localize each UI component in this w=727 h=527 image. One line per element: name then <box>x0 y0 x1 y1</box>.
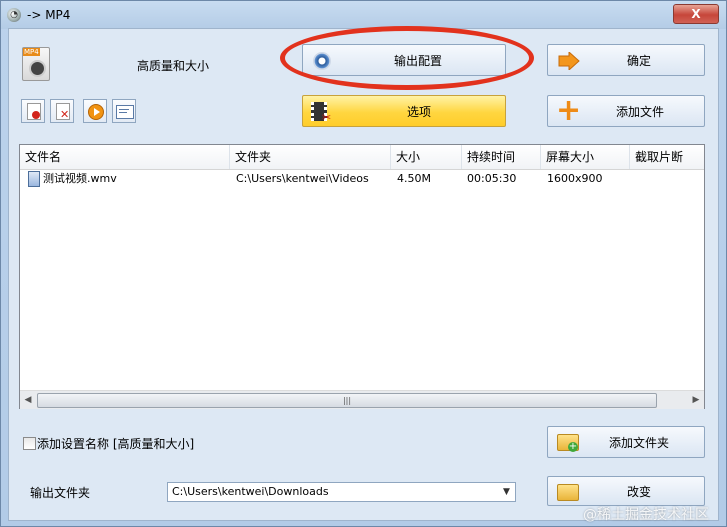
change-label: 改变 <box>627 484 652 499</box>
row-folder: C:\Users\kentwei\Videos <box>236 172 369 185</box>
row-screen-size: 1600x900 <box>547 172 603 185</box>
output-folder-select[interactable]: C:\Users\kentwei\Downloads ▼ <box>167 482 516 502</box>
output-folder-value: C:\Users\kentwei\Downloads <box>172 485 329 498</box>
column-size[interactable]: 大小 <box>391 145 462 169</box>
horizontal-scrollbar[interactable]: ◀ ||| ▶ <box>20 390 704 409</box>
arrow-right-icon <box>558 52 580 70</box>
mp4-profile-icon: MP4 <box>22 47 50 81</box>
scroll-left-icon[interactable]: ◀ <box>20 391 36 409</box>
folder-icon <box>557 484 579 501</box>
plus-icon: + <box>556 93 582 128</box>
column-screen-size[interactable]: 屏幕大小 <box>541 145 630 169</box>
window-title: -> MP4 <box>27 8 71 22</box>
output-folder-label: 输出文件夹 <box>30 486 91 500</box>
row-size: 4.50M <box>397 172 431 185</box>
row-duration: 00:05:30 <box>467 172 517 185</box>
scroll-thumb[interactable]: ||| <box>37 393 657 408</box>
close-button[interactable]: X <box>673 4 719 24</box>
info-icon[interactable] <box>112 99 136 123</box>
options-button[interactable]: ✂ 选项 <box>302 95 506 127</box>
file-list[interactable]: 文件名 文件夹 大小 持续时间 屏幕大小 截取片断 测试视频.wmv C:\Us… <box>19 144 705 409</box>
title-bar: ◔ -> MP4 X <box>1 1 726 29</box>
profile-label: 高质量和大小 <box>137 59 210 73</box>
remove-icon[interactable] <box>21 99 45 123</box>
annotation-circle <box>280 26 534 90</box>
column-filename[interactable]: 文件名 <box>20 145 230 169</box>
add-folder-label: 添加文件夹 <box>609 435 670 450</box>
chevron-down-icon[interactable]: ▼ <box>498 483 515 501</box>
play-icon[interactable] <box>83 99 107 123</box>
column-folder[interactable]: 文件夹 <box>230 145 391 169</box>
file-list-header: 文件名 文件夹 大小 持续时间 屏幕大小 截取片断 <box>20 145 704 170</box>
app-icon: ◔ <box>7 8 21 22</box>
mp4-tag: MP4 <box>23 48 40 56</box>
add-setting-name-checkbox[interactable] <box>23 437 36 450</box>
column-clip[interactable]: 截取片断 <box>630 145 704 169</box>
options-label: 选项 <box>407 104 432 119</box>
watermark: @稀土掘金技术社区 <box>583 507 709 523</box>
add-folder-button[interactable]: + 添加文件夹 <box>547 426 705 458</box>
ok-label: 确定 <box>627 53 652 68</box>
add-setting-name-label: 添加设置名称 [高质量和大小] <box>37 437 195 451</box>
add-file-label: 添加文件 <box>616 104 665 119</box>
film-icon <box>29 60 46 77</box>
video-file-icon <box>28 171 40 187</box>
row-filename: 测试视频.wmv <box>43 172 117 185</box>
column-duration[interactable]: 持续时间 <box>462 145 541 169</box>
clear-icon[interactable]: ✕ <box>50 99 74 123</box>
table-row[interactable]: 测试视频.wmv C:\Users\kentwei\Videos 4.50M 0… <box>20 170 704 188</box>
add-file-button[interactable]: + 添加文件 <box>547 95 705 127</box>
scroll-right-icon[interactable]: ▶ <box>688 391 704 409</box>
ok-button[interactable]: 确定 <box>547 44 705 76</box>
change-button[interactable]: 改变 <box>547 476 705 506</box>
